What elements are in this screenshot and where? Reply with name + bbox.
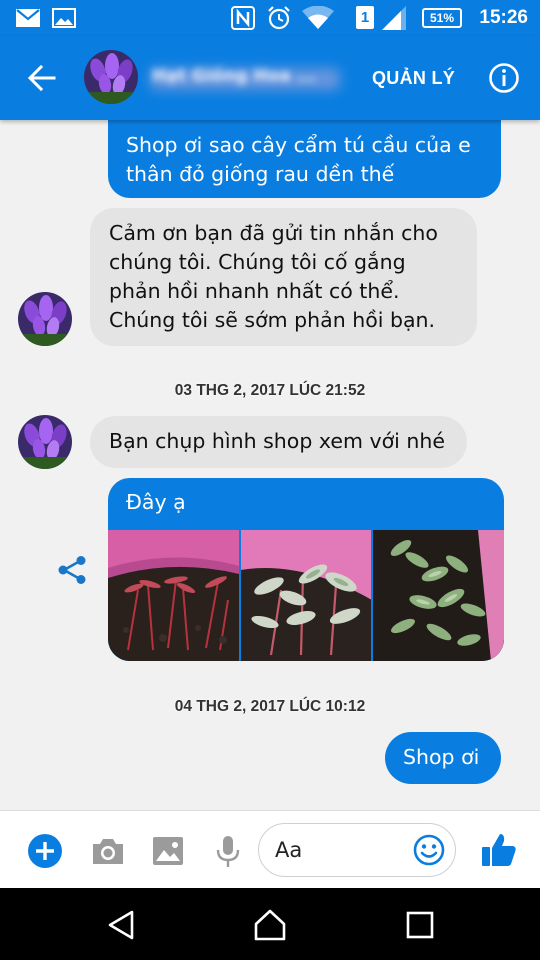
contact-avatar[interactable] xyxy=(84,50,138,104)
manage-button[interactable]: QUẢN LÝ xyxy=(372,68,455,89)
gallery-icon[interactable] xyxy=(150,833,186,869)
timestamp: 03 THG 2, 2017 LÚC 21:52 xyxy=(174,382,366,399)
status-bar: 1 51% 15:26 xyxy=(0,0,540,36)
message-text: Shop ơi sao cây cẩm tú cầu của e thân đỏ… xyxy=(126,133,471,186)
battery-icon: 51% xyxy=(422,8,462,28)
home-nav-icon[interactable] xyxy=(253,908,287,942)
emoji-icon[interactable] xyxy=(413,834,445,866)
contact-name[interactable]: Hạt Giống Hoa ... xyxy=(152,66,316,86)
back-nav-icon[interactable] xyxy=(104,908,138,942)
nfc-icon xyxy=(231,6,255,30)
message-bubble-received[interactable]: Cảm ơn bạn đã gửi tin nhắn cho chúng tôi… xyxy=(90,208,477,346)
mail-icon xyxy=(16,9,40,27)
photo-thumbnail[interactable] xyxy=(108,530,239,661)
alarm-icon xyxy=(268,6,290,30)
message-text: Đây ạ xyxy=(126,490,186,514)
wifi-icon xyxy=(302,6,334,29)
message-list[interactable]: Shop ơi sao cây cẩm tú cầu của e thân đỏ… xyxy=(0,108,540,810)
message-bubble-sent[interactable]: Shop ơi sao cây cẩm tú cầu của e thân đỏ… xyxy=(108,108,501,198)
message-text: Shop ơi xyxy=(403,745,480,769)
photo-thumbnail[interactable] xyxy=(240,530,372,661)
microphone-icon[interactable] xyxy=(210,833,246,869)
sim-icon: 1 xyxy=(356,6,374,29)
add-icon[interactable] xyxy=(27,833,63,869)
message-input[interactable] xyxy=(275,836,405,864)
message-bubble-sent[interactable]: Shop ơi xyxy=(385,732,501,784)
system-navigation-bar xyxy=(0,888,540,960)
sender-avatar[interactable] xyxy=(18,415,72,469)
image-icon xyxy=(52,8,76,28)
message-input-field[interactable] xyxy=(258,823,456,877)
back-arrow-icon[interactable] xyxy=(24,60,60,96)
photo-grid xyxy=(108,530,504,661)
thumbs-up-icon[interactable] xyxy=(480,831,518,869)
message-text: Bạn chụp hình shop xem với nhé xyxy=(109,429,445,453)
share-icon[interactable] xyxy=(56,554,88,586)
photo-message[interactable]: Đây ạ xyxy=(108,478,504,661)
sender-avatar[interactable] xyxy=(18,292,72,346)
message-composer xyxy=(0,810,540,888)
conversation-header: Hạt Giống Hoa ... QUẢN LÝ xyxy=(0,36,540,120)
info-icon[interactable] xyxy=(488,62,520,94)
signal-icon xyxy=(382,6,406,30)
timestamp: 04 THG 2, 2017 LÚC 10:12 xyxy=(174,698,366,715)
message-text: Cảm ơn bạn đã gửi tin nhắn cho chúng tôi… xyxy=(109,221,438,332)
clock-time: 15:26 xyxy=(479,7,528,28)
message-bubble-received[interactable]: Bạn chụp hình shop xem với nhé xyxy=(90,416,467,468)
photo-thumbnail[interactable] xyxy=(373,530,504,661)
camera-icon[interactable] xyxy=(90,833,126,869)
recents-nav-icon[interactable] xyxy=(403,908,437,942)
